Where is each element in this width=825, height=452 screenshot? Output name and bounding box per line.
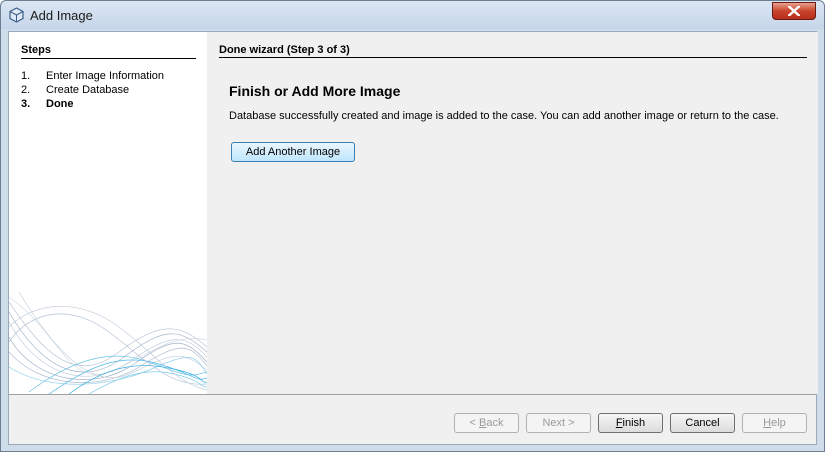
title-bar[interactable]: Add Image <box>1 1 824 29</box>
wizard-body: Steps 1. Enter Image Information 2. Create… <box>8 31 818 445</box>
back-button-prefix: < <box>469 417 479 429</box>
button-bar: < Back Next > Finish Cancel Help <box>9 395 816 444</box>
cancel-button[interactable]: Cancel <box>670 413 735 433</box>
add-another-image-button[interactable]: Add Another Image <box>231 142 355 162</box>
steps-title: Steps <box>21 44 51 56</box>
finish-button[interactable]: Finish <box>598 413 663 433</box>
close-button[interactable] <box>772 2 816 20</box>
status-message: Database successfully created and image … <box>229 110 779 122</box>
step-number: 1. <box>21 70 31 82</box>
finish-button-rest: inish <box>622 417 646 429</box>
add-image-window: Add Image Steps 1. Enter Image Informatio… <box>0 0 825 452</box>
panel-heading: Finish or Add More Image <box>229 83 401 99</box>
steps-divider <box>21 58 196 59</box>
step-header: Done wizard (Step 3 of 3) <box>219 44 350 56</box>
window-title: Add Image <box>30 8 93 23</box>
step-header-divider <box>219 57 807 58</box>
help-button[interactable]: Help <box>742 413 807 433</box>
step-item-current: 3. Done <box>21 98 74 110</box>
app-cube-icon <box>9 7 24 23</box>
next-button[interactable]: Next > <box>526 413 591 433</box>
finish-button-mnemonic: F <box>615 417 623 429</box>
step-label: Create Database <box>46 84 130 96</box>
step-label: Enter Image Information <box>46 70 165 82</box>
back-button-rest: ack <box>486 417 504 429</box>
content-panel: Done wizard (Step 3 of 3) Finish or Add … <box>207 32 818 394</box>
step-label: Done <box>46 98 74 110</box>
help-button-rest: elp <box>771 417 786 429</box>
help-button-mnemonic: H <box>763 417 772 429</box>
step-item: 1. Enter Image Information <box>21 70 164 82</box>
step-number: 2. <box>21 84 31 96</box>
decorative-waves-image <box>9 292 207 394</box>
close-icon <box>788 6 800 16</box>
step-item: 2. Create Database <box>21 84 129 96</box>
steps-panel: Steps 1. Enter Image Information 2. Create… <box>9 32 207 394</box>
back-button[interactable]: < Back <box>454 413 519 433</box>
step-number: 3. <box>21 98 31 110</box>
